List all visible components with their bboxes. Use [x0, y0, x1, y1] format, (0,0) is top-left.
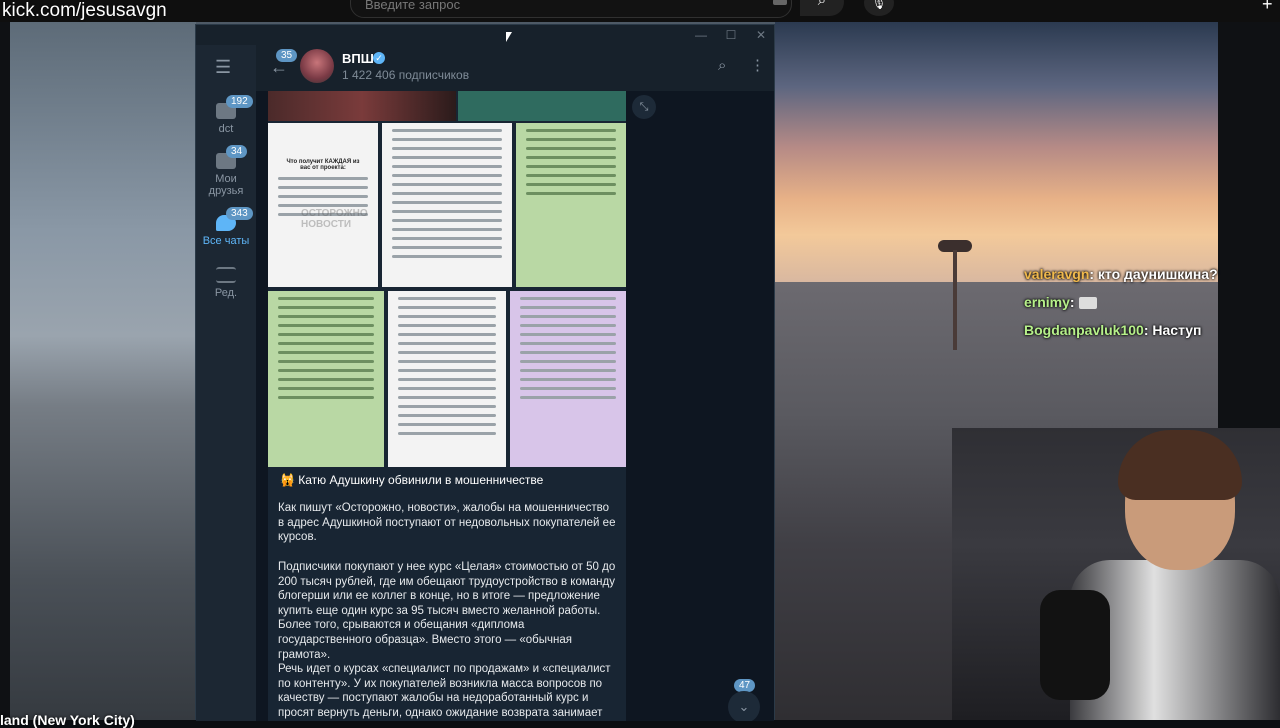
more-icon[interactable]: ⋮: [750, 56, 765, 74]
unread-badge: 35: [276, 49, 298, 62]
channel-avatar[interactable]: [300, 49, 334, 83]
post-photo-top-right[interactable]: [458, 91, 626, 121]
keyboard-icon[interactable]: [773, 0, 787, 5]
chat-nick: Bogdanpavluk100: [1024, 322, 1144, 338]
maximize-button[interactable]: ☐: [716, 25, 746, 45]
scroll-down-button[interactable]: ⌄: [728, 691, 760, 721]
close-button[interactable]: ✕: [746, 25, 776, 45]
channel-name[interactable]: ВПШ: [342, 51, 374, 66]
folder-edit[interactable]: Ред.: [196, 267, 256, 299]
folder-dct[interactable]: 192 dct: [196, 95, 256, 135]
browser-search-input[interactable]: Введите запрос: [350, 0, 792, 18]
browser-top-bar: Введите запрос ⌕ 🎙 +: [0, 0, 1280, 22]
folder-all-chats[interactable]: 343 Все чаты: [196, 207, 256, 247]
post-title-text: Катю Адушкину обвинили в мошенничестве: [298, 473, 544, 487]
emote-icon: [1078, 297, 1097, 310]
collapse-icon[interactable]: ⤡: [632, 95, 656, 119]
right-strip: [1218, 22, 1280, 432]
verified-icon: ✓: [373, 52, 385, 64]
folder-label: Все чаты: [202, 235, 250, 247]
folder-badge: 192: [226, 95, 253, 108]
folder-sidebar: ☰ 192 dct 34 Мои друзья 343 Все чаты Ред…: [196, 45, 256, 721]
channel-post: Что получит КАЖДАЯ из вас от проекта: ОС…: [268, 91, 626, 721]
folder-badge: 34: [226, 145, 248, 158]
chat-message: ernimy:: [1024, 294, 1097, 310]
post-paragraph: Как пишут «Осторожно, новости», жалобы н…: [278, 502, 616, 544]
chat-text: :: [1069, 294, 1075, 310]
chat-message: valeravgn: кто даунишкина?: [1024, 266, 1218, 282]
stream-url: kick.com/jesusavgn: [2, 0, 167, 21]
microphone: [1040, 590, 1110, 700]
post-photo[interactable]: [382, 123, 512, 287]
chat-text: : кто даунишкина?: [1089, 266, 1218, 282]
folder-label: dct: [218, 123, 234, 135]
title-bar: — ☐ ✕: [196, 25, 774, 45]
microphone-icon[interactable]: 🎙: [864, 0, 894, 16]
post-photo-top-left[interactable]: [268, 91, 456, 121]
post-photo[interactable]: [268, 291, 384, 467]
post-paragraph: Речь идет о курсах «специалист по продаж…: [278, 663, 611, 719]
post-photo[interactable]: [516, 123, 626, 287]
sliders-icon: [216, 267, 236, 283]
parachute-tower: [938, 240, 972, 350]
subscriber-count: 1 422 406 подписчиков: [342, 68, 470, 82]
search-icon[interactable]: ⌕: [800, 0, 844, 16]
post-photo[interactable]: Что получит КАЖДАЯ из вас от проекта: ОС…: [268, 123, 378, 287]
post-paragraph: Подписчики покупают у нее курс «Целая» с…: [278, 561, 616, 661]
chat-message: Bogdanpavluk100: Наступ: [1024, 322, 1202, 338]
minimize-button[interactable]: —: [686, 25, 716, 45]
post-photo[interactable]: [510, 291, 626, 467]
chat-nick: ernimy: [1024, 294, 1070, 310]
menu-icon[interactable]: ☰: [215, 57, 231, 78]
search-placeholder: Введите запрос: [365, 0, 461, 12]
chat-nick: valeravgn: [1024, 266, 1090, 282]
stream-background-left: [10, 22, 196, 720]
folder-badge: 343: [226, 207, 253, 220]
location-caption: land (New York City): [0, 712, 135, 728]
photo-heading: Что получит КАЖДАЯ из вас от проекта:: [286, 159, 360, 171]
folder-my-friends[interactable]: 34 Мои друзья: [196, 145, 256, 197]
plus-icon[interactable]: +: [1262, 0, 1273, 15]
telegram-window: — ☐ ✕ ☰ 192 dct 34 Мои друзья 343 Все ча…: [195, 24, 775, 721]
folder-label: Ред.: [214, 287, 238, 299]
search-icon[interactable]: ⌕: [718, 57, 726, 74]
left-strip: [0, 22, 10, 720]
photo-watermark: ОСТОРОЖНО НОВОСТИ: [301, 208, 368, 231]
stream-background-sunset: [775, 22, 1220, 282]
post-title: 🙀 Катю Адушкину обвинили в мошенничестве: [280, 473, 544, 487]
mouse-cursor-icon: [506, 32, 512, 42]
folder-label: Мои друзья: [208, 173, 244, 197]
message-list[interactable]: Что получит КАЖДАЯ из вас от проекта: ОС…: [256, 91, 774, 721]
post-photo[interactable]: [388, 291, 506, 467]
chat-text: : Наступ: [1143, 322, 1202, 338]
chat-header: ← 35 ВПШ ✓ 1 422 406 подписчиков ⌕ ⋮: [256, 45, 774, 92]
